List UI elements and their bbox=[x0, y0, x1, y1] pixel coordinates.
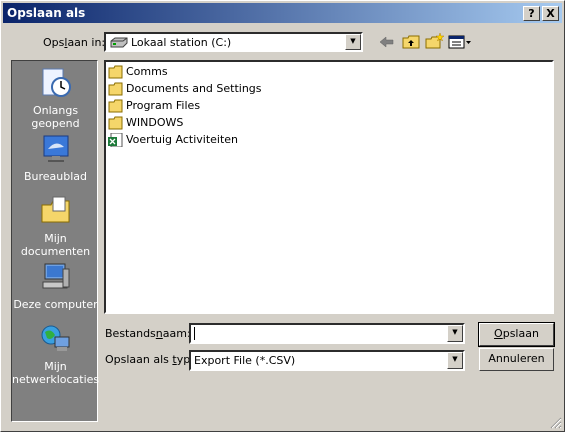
place-recent[interactable]: Onlangs geopend bbox=[12, 67, 99, 130]
place-my-computer[interactable]: Deze computer bbox=[12, 261, 99, 311]
filetype-label: Opslaan als type: bbox=[105, 353, 201, 366]
cancel-button[interactable]: Annuleren bbox=[479, 348, 554, 371]
window-title: Opslaan als bbox=[7, 6, 86, 20]
help-button[interactable]: ? bbox=[523, 6, 540, 21]
place-label: Mijn netwerklocaties bbox=[12, 360, 100, 386]
save-in-label-prefix: Ops bbox=[43, 36, 65, 49]
file-name: Voertuig Activiteiten bbox=[126, 133, 239, 146]
filetype-dropdown[interactable]: Export File (*.CSV) ▼ bbox=[189, 350, 465, 371]
save-button-accesskey: O bbox=[494, 327, 503, 340]
save-button[interactable]: Opslaan bbox=[478, 322, 555, 347]
view-menu-icon[interactable] bbox=[448, 33, 472, 51]
place-desktop[interactable]: Bureaublad bbox=[12, 133, 99, 183]
filename-label: Bestandsnaam: bbox=[105, 327, 191, 340]
place-network[interactable]: Mijn netwerklocaties bbox=[12, 323, 99, 386]
filename-input[interactable]: ▼ bbox=[189, 323, 465, 344]
text-cursor bbox=[194, 327, 195, 340]
excel-file-icon bbox=[108, 133, 123, 147]
folder-icon bbox=[108, 99, 123, 113]
hard-drive-icon bbox=[110, 37, 128, 48]
folder-icon bbox=[108, 82, 123, 96]
my-computer-icon bbox=[42, 263, 69, 289]
list-item[interactable]: Comms bbox=[108, 64, 168, 80]
save-in-dropdown-arrow[interactable]: ▼ bbox=[345, 34, 361, 50]
save-in-dropdown[interactable]: Lokaal station (C:) ▼ bbox=[104, 32, 363, 52]
filename-dropdown-arrow[interactable]: ▼ bbox=[447, 325, 463, 342]
folder-icon bbox=[108, 65, 123, 79]
list-item[interactable]: WINDOWS bbox=[108, 115, 183, 131]
title-bar[interactable]: Opslaan als ? X bbox=[3, 3, 562, 23]
file-name: Program Files bbox=[126, 99, 201, 112]
place-my-documents[interactable]: Mijn documenten bbox=[12, 195, 99, 258]
my-documents-icon bbox=[41, 196, 69, 223]
network-places-icon bbox=[41, 325, 69, 351]
filename-label-accesskey: n bbox=[155, 327, 163, 340]
file-name: Documents and Settings bbox=[126, 82, 262, 95]
filetype-label-prefix: Opslaan als bbox=[105, 353, 173, 366]
save-in-label-suffix: aan in: bbox=[67, 36, 106, 49]
filetype-value: Export File (*.CSV) bbox=[194, 354, 296, 367]
folder-icon bbox=[108, 116, 123, 130]
place-label: Bureaublad bbox=[23, 170, 88, 183]
up-one-level-icon[interactable] bbox=[401, 33, 421, 51]
filetype-dropdown-arrow[interactable]: ▼ bbox=[447, 352, 463, 369]
place-label: Mijn documenten bbox=[20, 232, 91, 258]
save-button-label: pslaan bbox=[502, 327, 539, 340]
list-item[interactable]: Program Files bbox=[108, 98, 200, 114]
save-in-label: Opslaan in: bbox=[43, 36, 105, 49]
filename-label-suffix: aam: bbox=[162, 327, 191, 340]
file-name: Comms bbox=[126, 65, 168, 78]
file-list[interactable]: Comms Documents and Settings Program Fil… bbox=[104, 60, 554, 314]
save-as-dialog: Opslaan als ? X Opslaan in: Lokaal stati… bbox=[0, 0, 565, 432]
list-item[interactable]: Voertuig Activiteiten bbox=[108, 132, 238, 148]
back-arrow-icon[interactable] bbox=[377, 33, 397, 51]
new-folder-icon[interactable] bbox=[424, 33, 444, 51]
desktop-icon bbox=[43, 135, 68, 162]
place-label: Deze computer bbox=[13, 298, 98, 311]
save-in-value: Lokaal station (C:) bbox=[131, 36, 232, 49]
file-name: WINDOWS bbox=[126, 116, 184, 129]
recent-documents-icon bbox=[42, 68, 71, 97]
filename-label-prefix: Bestands bbox=[105, 327, 156, 340]
close-button[interactable]: X bbox=[542, 6, 559, 21]
list-item[interactable]: Documents and Settings bbox=[108, 81, 262, 97]
place-label: Onlangs geopend bbox=[31, 104, 80, 130]
places-bar: Onlangs geopend Bureaublad Mijn document… bbox=[11, 60, 99, 422]
resize-grip-icon[interactable] bbox=[550, 417, 562, 429]
